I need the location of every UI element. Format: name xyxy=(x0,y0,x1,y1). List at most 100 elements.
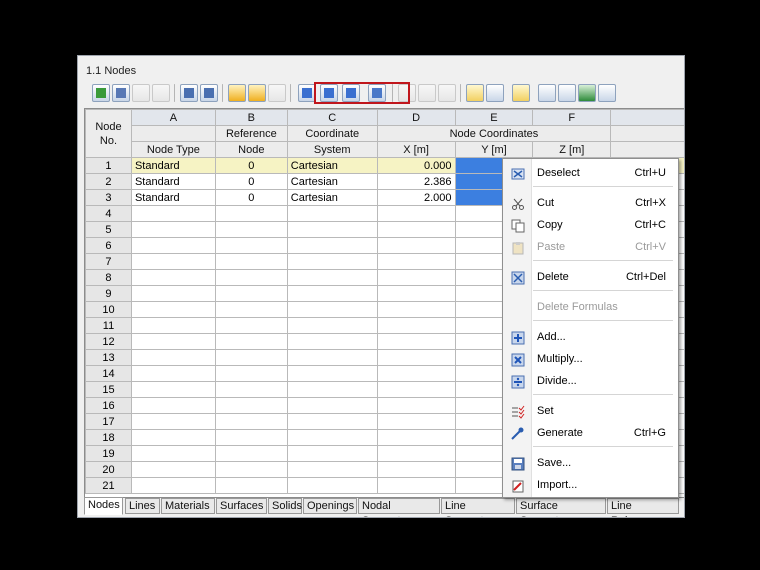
row-number[interactable]: 7 xyxy=(85,253,132,270)
empty-cell[interactable] xyxy=(376,381,456,398)
tab-openings[interactable]: Openings xyxy=(303,498,357,514)
empty-cell[interactable] xyxy=(376,333,456,350)
row-number[interactable]: 19 xyxy=(85,445,132,462)
empty-cell[interactable] xyxy=(376,429,456,446)
x-cell[interactable]: 2.386 xyxy=(376,173,456,190)
tab-solids[interactable]: Solids xyxy=(268,498,302,514)
calculator-icon[interactable] xyxy=(598,84,616,102)
col-letter-d[interactable]: D xyxy=(376,109,456,126)
row-number[interactable]: 9 xyxy=(85,285,132,302)
empty-cell[interactable] xyxy=(286,269,378,286)
redo-icon[interactable] xyxy=(248,84,266,102)
empty-cell[interactable] xyxy=(214,221,288,238)
empty-cell[interactable] xyxy=(376,285,456,302)
empty-cell[interactable] xyxy=(214,477,288,494)
export-icon[interactable] xyxy=(200,84,218,102)
coord-system-cell[interactable]: Cartesian xyxy=(286,157,378,174)
empty-cell[interactable] xyxy=(286,445,378,462)
row-number[interactable]: 5 xyxy=(85,221,132,238)
empty-cell[interactable] xyxy=(130,237,216,254)
empty-cell[interactable] xyxy=(286,253,378,270)
empty-cell[interactable] xyxy=(376,413,456,430)
x-cell[interactable]: 2.000 xyxy=(376,189,456,206)
empty-cell[interactable] xyxy=(286,205,378,222)
empty-cell[interactable] xyxy=(130,381,216,398)
empty-cell[interactable] xyxy=(214,205,288,222)
empty-cell[interactable] xyxy=(286,413,378,430)
tab-line-releases[interactable]: Line Releases xyxy=(607,498,679,517)
empty-cell[interactable] xyxy=(130,301,216,318)
empty-cell[interactable] xyxy=(214,413,288,430)
empty-cell[interactable] xyxy=(214,461,288,478)
col-letter-e[interactable]: E xyxy=(454,109,534,126)
empty-cell[interactable] xyxy=(286,365,378,382)
row-number[interactable]: 20 xyxy=(85,461,132,478)
empty-cell[interactable] xyxy=(214,269,288,286)
ref-node-cell[interactable]: 0 xyxy=(214,189,288,206)
wrench-icon[interactable] xyxy=(558,84,576,102)
empty-cell[interactable] xyxy=(376,397,456,414)
empty-cell[interactable] xyxy=(376,269,456,286)
ref-node-cell[interactable]: 0 xyxy=(214,157,288,174)
empty-cell[interactable] xyxy=(376,205,456,222)
menu-item-multiply[interactable]: Multiply... xyxy=(503,350,678,370)
row-number[interactable]: 2 xyxy=(85,173,132,190)
col-letter-c[interactable]: C xyxy=(286,109,378,126)
move-up-icon[interactable] xyxy=(152,84,170,102)
tab-lines[interactable]: Lines xyxy=(125,498,160,514)
empty-cell[interactable] xyxy=(286,381,378,398)
tab-nodal-supports[interactable]: Nodal Supports xyxy=(358,498,440,517)
empty-cell[interactable] xyxy=(130,365,216,382)
empty-cell[interactable] xyxy=(286,461,378,478)
row-number[interactable]: 8 xyxy=(85,269,132,286)
empty-cell[interactable] xyxy=(130,477,216,494)
empty-cell[interactable] xyxy=(130,253,216,270)
row-number[interactable]: 15 xyxy=(85,381,132,398)
row-number[interactable]: 1 xyxy=(85,157,132,174)
empty-cell[interactable] xyxy=(130,317,216,334)
empty-cell[interactable] xyxy=(214,237,288,254)
empty-cell[interactable] xyxy=(214,253,288,270)
empty-cell[interactable] xyxy=(130,461,216,478)
empty-cell[interactable] xyxy=(376,301,456,318)
coord-system-cell[interactable]: Cartesian xyxy=(286,189,378,206)
row-number[interactable]: 4 xyxy=(85,205,132,222)
table-icon[interactable] xyxy=(466,84,484,102)
menu-item-delete-formulas[interactable]: Delete Formulas xyxy=(503,298,678,318)
empty-cell[interactable] xyxy=(376,253,456,270)
menu-item-generate[interactable]: Generate Ctrl+G xyxy=(503,424,678,444)
empty-cell[interactable] xyxy=(376,221,456,238)
empty-cell[interactable] xyxy=(286,317,378,334)
empty-cell[interactable] xyxy=(286,429,378,446)
row-number[interactable]: 6 xyxy=(85,237,132,254)
empty-cell[interactable] xyxy=(214,397,288,414)
empty-cell[interactable] xyxy=(376,461,456,478)
menu-item-paste[interactable]: Paste Ctrl+V xyxy=(503,238,678,258)
row-number[interactable]: 11 xyxy=(85,317,132,334)
empty-cell[interactable] xyxy=(130,205,216,222)
row-number[interactable]: 16 xyxy=(85,397,132,414)
empty-cell[interactable] xyxy=(214,365,288,382)
row-number[interactable]: 12 xyxy=(85,333,132,350)
empty-cell[interactable] xyxy=(214,349,288,366)
menu-item-save[interactable]: Save... xyxy=(503,454,678,474)
empty-cell[interactable] xyxy=(286,349,378,366)
menu-item-set[interactable]: Set xyxy=(503,402,678,422)
empty-cell[interactable] xyxy=(286,221,378,238)
empty-cell[interactable] xyxy=(376,365,456,382)
move-down-icon[interactable] xyxy=(132,84,150,102)
undo-icon[interactable] xyxy=(228,84,246,102)
empty-cell[interactable] xyxy=(214,317,288,334)
empty-cell[interactable] xyxy=(130,333,216,350)
node-type-cell[interactable]: Standard xyxy=(130,173,216,190)
empty-cell[interactable] xyxy=(376,445,456,462)
empty-cell[interactable] xyxy=(130,445,216,462)
row-number[interactable]: 14 xyxy=(85,365,132,382)
menu-item-add[interactable]: Add... xyxy=(503,328,678,348)
empty-cell[interactable] xyxy=(130,285,216,302)
empty-cell[interactable] xyxy=(286,301,378,318)
x-cell[interactable]: 0.000 xyxy=(376,157,456,174)
row-number[interactable]: 18 xyxy=(85,429,132,446)
menu-item-copy[interactable]: Copy Ctrl+C xyxy=(503,216,678,236)
empty-cell[interactable] xyxy=(130,221,216,238)
